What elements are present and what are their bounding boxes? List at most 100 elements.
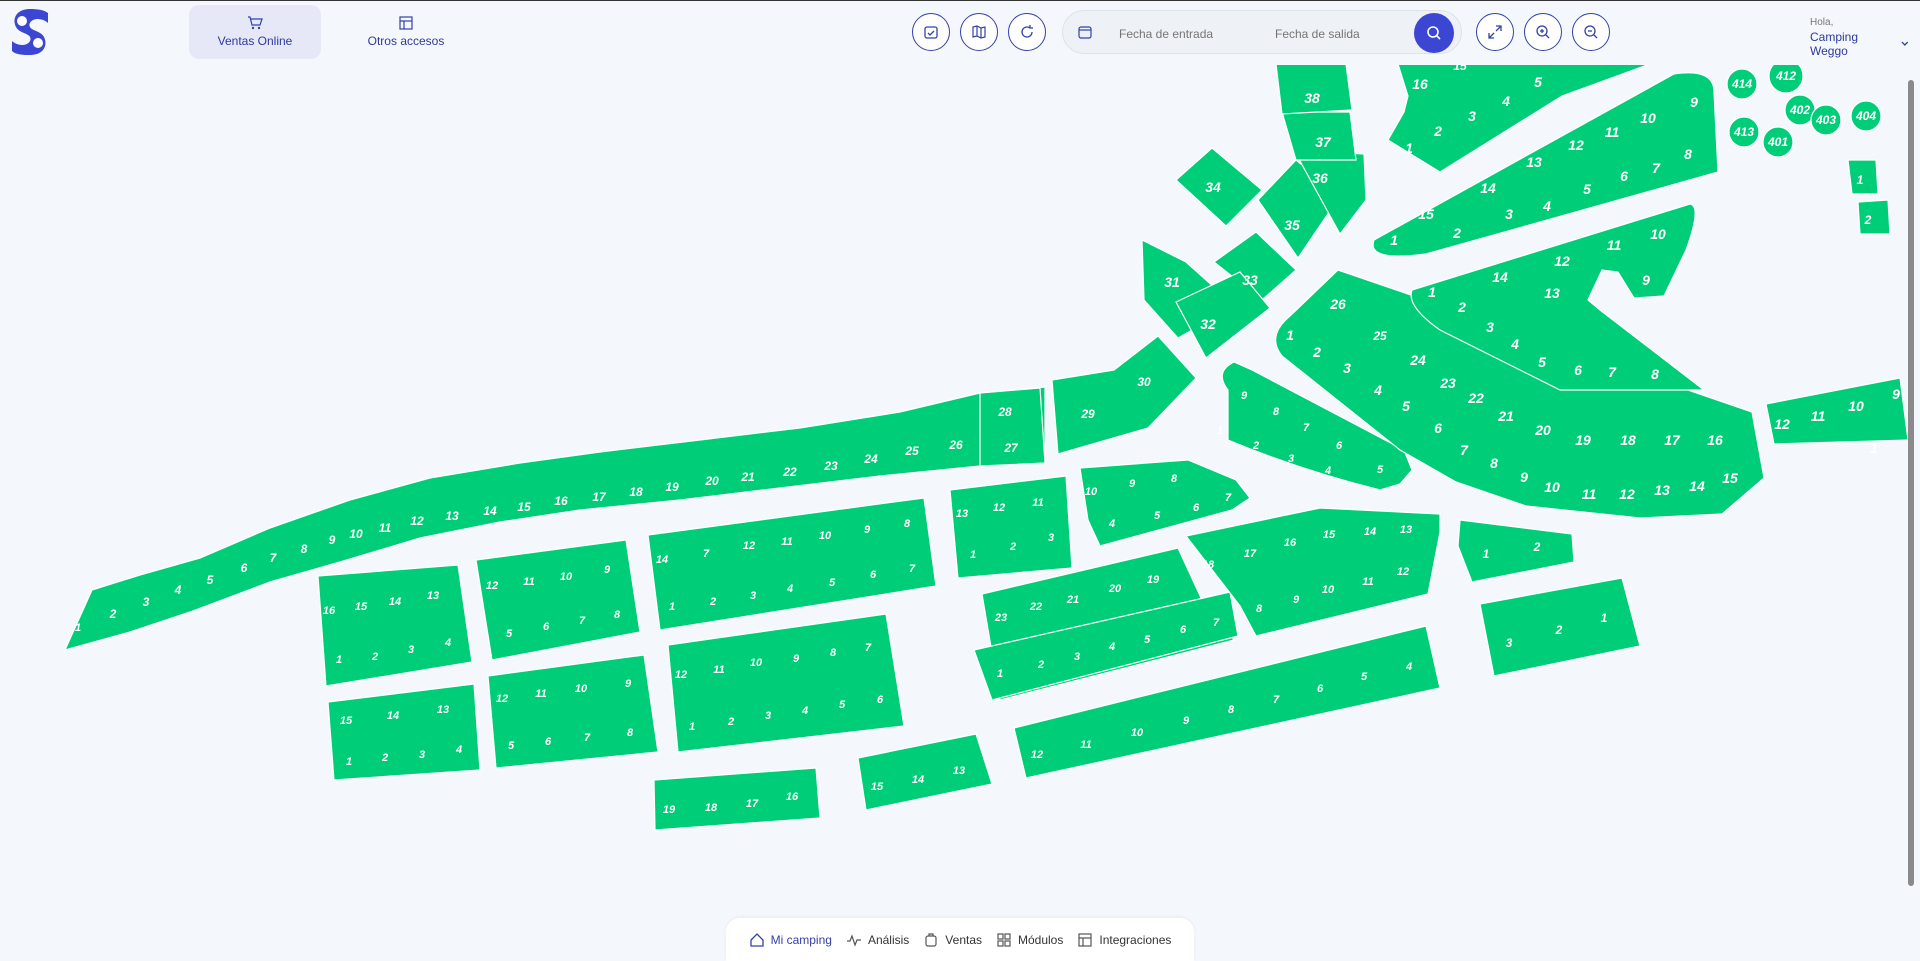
plot-label: 12 [993, 502, 1005, 514]
plot-label: 3 [1048, 532, 1054, 544]
map-button[interactable] [960, 13, 998, 51]
plot-label: 23 [1439, 375, 1456, 391]
plot-block-6[interactable]: 12 11 10 9 8 7 1 2 3 4 5 6 [667, 613, 905, 753]
refresh-button[interactable] [1008, 13, 1046, 51]
plot-label: 3 [1074, 651, 1080, 663]
plot-label: 6 [1620, 168, 1628, 184]
plot-label: 7 [1213, 617, 1220, 629]
plot-label: 4 [1373, 382, 1382, 398]
plot-label: 3 [408, 644, 414, 656]
plot-label: 35 [1284, 217, 1300, 233]
plot-label: 6 [1317, 683, 1324, 695]
calendar-icon [1078, 26, 1092, 39]
plot-label: 14 [1480, 180, 1496, 196]
plot-label: 14 [1364, 526, 1376, 538]
plot-label: 11 [1607, 237, 1622, 253]
plot-block-15[interactable]: 3 2 1 [1479, 577, 1641, 677]
fullscreen-button[interactable] [1476, 13, 1514, 51]
plot-label: 20 [1534, 422, 1551, 438]
plot-label: 11 [781, 536, 792, 548]
plot-label: 4 [174, 583, 182, 597]
plot-label: 10 [819, 530, 832, 542]
plot-label: 10 [1322, 584, 1335, 596]
plot-label: 2 [1452, 225, 1461, 241]
plot-block-22[interactable]: 12 11 10 9 1 1 2 [1765, 159, 1909, 456]
plot-label: 17 [1664, 432, 1681, 448]
plot-label: 2 [371, 651, 378, 663]
search-button[interactable] [1414, 13, 1454, 53]
calendar-check-button[interactable] [912, 13, 950, 51]
plot-label: 12 [1568, 137, 1584, 153]
plot-label: 16 [323, 605, 336, 617]
bottom-nav-modulos[interactable]: Módulos [996, 932, 1063, 948]
app-logo[interactable] [8, 7, 52, 57]
plot-label: 14 [912, 774, 924, 786]
plot-block-8[interactable]: 15 14 13 [857, 733, 993, 811]
plot-label: 9 [1183, 715, 1190, 727]
plot-label: 13 [953, 765, 965, 777]
grid-icon [997, 932, 1011, 947]
bottom-nav-integraciones[interactable]: Integraciones [1077, 932, 1171, 948]
plot-label: 9 [1892, 386, 1900, 402]
plot-block-3[interactable]: 15 14 13 1 2 3 4 [327, 683, 481, 781]
bottom-nav-ventas[interactable]: Ventas [923, 932, 982, 948]
plot-block-1[interactable]: 16 15 14 13 1 2 3 4 [317, 564, 473, 687]
plot-label: 5 [1402, 398, 1410, 414]
plot-label: 1 [1390, 232, 1398, 248]
plot-label: 11 [1582, 486, 1597, 502]
bottom-nav-mi-camping[interactable]: Mi camping [749, 932, 832, 948]
plot-label: 23 [823, 459, 838, 473]
plot-label: 22 [1029, 601, 1042, 613]
check-out-date-input[interactable] [1273, 22, 1407, 46]
plot-label: 38 [1304, 90, 1320, 106]
plot-label: 12 [486, 580, 498, 592]
pulse-icon [846, 933, 861, 947]
plot-label: 3 [1288, 453, 1294, 465]
plot-label: 2 [109, 607, 117, 621]
date-range-picker[interactable] [1062, 10, 1462, 54]
bottom-nav-analisis[interactable]: Análisis [846, 932, 909, 948]
plot-label: 15 [340, 715, 353, 727]
plot-label: 24 [1409, 352, 1426, 368]
tab-label: Otros accesos [367, 34, 445, 48]
plot-label: 15 [871, 781, 884, 793]
plot-label: 4 [1501, 93, 1510, 109]
plot-block-mid[interactable]: 29 30 31 33 32 34 35 36 37 38 [1051, 63, 1367, 455]
plot-block-7[interactable]: 19 18 17 16 [653, 767, 821, 831]
plot-label: 1 [689, 721, 695, 733]
expand-icon [1488, 25, 1502, 39]
user-menu[interactable]: Hola, Camping Weggo [1810, 17, 1910, 58]
bottom-nav-label: Ventas [945, 932, 982, 947]
plot-block-2[interactable]: 12 11 10 9 5 6 7 8 [475, 539, 641, 661]
plot-label: 20 [704, 474, 719, 488]
vertical-scrollbar[interactable] [1908, 80, 1914, 886]
plot-label: 1 [1428, 284, 1436, 300]
plot-label: 6 [543, 621, 550, 633]
zoom-in-button[interactable] [1524, 13, 1562, 51]
plot-label: 2 [1433, 123, 1442, 139]
plot-label: 8 [301, 542, 308, 556]
tab-ventas-online[interactable]: Ventas Online [189, 5, 321, 59]
zoom-out-button[interactable] [1572, 13, 1610, 51]
plot-label: 7 [584, 732, 591, 744]
plot-label: 3 [765, 710, 771, 722]
plot-label: 1 [997, 668, 1003, 680]
plot-label: 9 [1690, 94, 1698, 110]
plot-label: 4 [1108, 518, 1115, 530]
plot-label: 6 [870, 569, 877, 581]
plot-label: 5 [1361, 671, 1368, 683]
plot-label: 6 [241, 561, 248, 575]
plot-block-9[interactable]: 13 12 11 1 2 3 [949, 475, 1073, 579]
plot-label: 2 [709, 596, 716, 608]
plot-label: 5 [1144, 634, 1151, 646]
plot-block-5[interactable]: 14 7 12 11 10 9 8 1 2 3 4 5 6 7 [647, 497, 937, 631]
check-in-date-input[interactable] [1117, 22, 1251, 46]
camping-map[interactable]: 1 2 3 4 5 6 7 8 9 10 11 12 13 14 15 16 1… [0, 0, 1920, 961]
plot-block-4[interactable]: 12 11 10 9 5 6 7 8 [487, 654, 659, 769]
plot-label: 12 [1397, 566, 1409, 578]
tab-otros-accesos[interactable]: Otros accesos [340, 5, 472, 59]
plot-label: 3 [750, 590, 756, 602]
plot-block-21[interactable]: 414 412 402 403 404 413 401 [1726, 58, 1882, 158]
plot-label: 7 [1303, 422, 1310, 434]
plot-block-14[interactable]: 1 2 [1457, 519, 1575, 583]
